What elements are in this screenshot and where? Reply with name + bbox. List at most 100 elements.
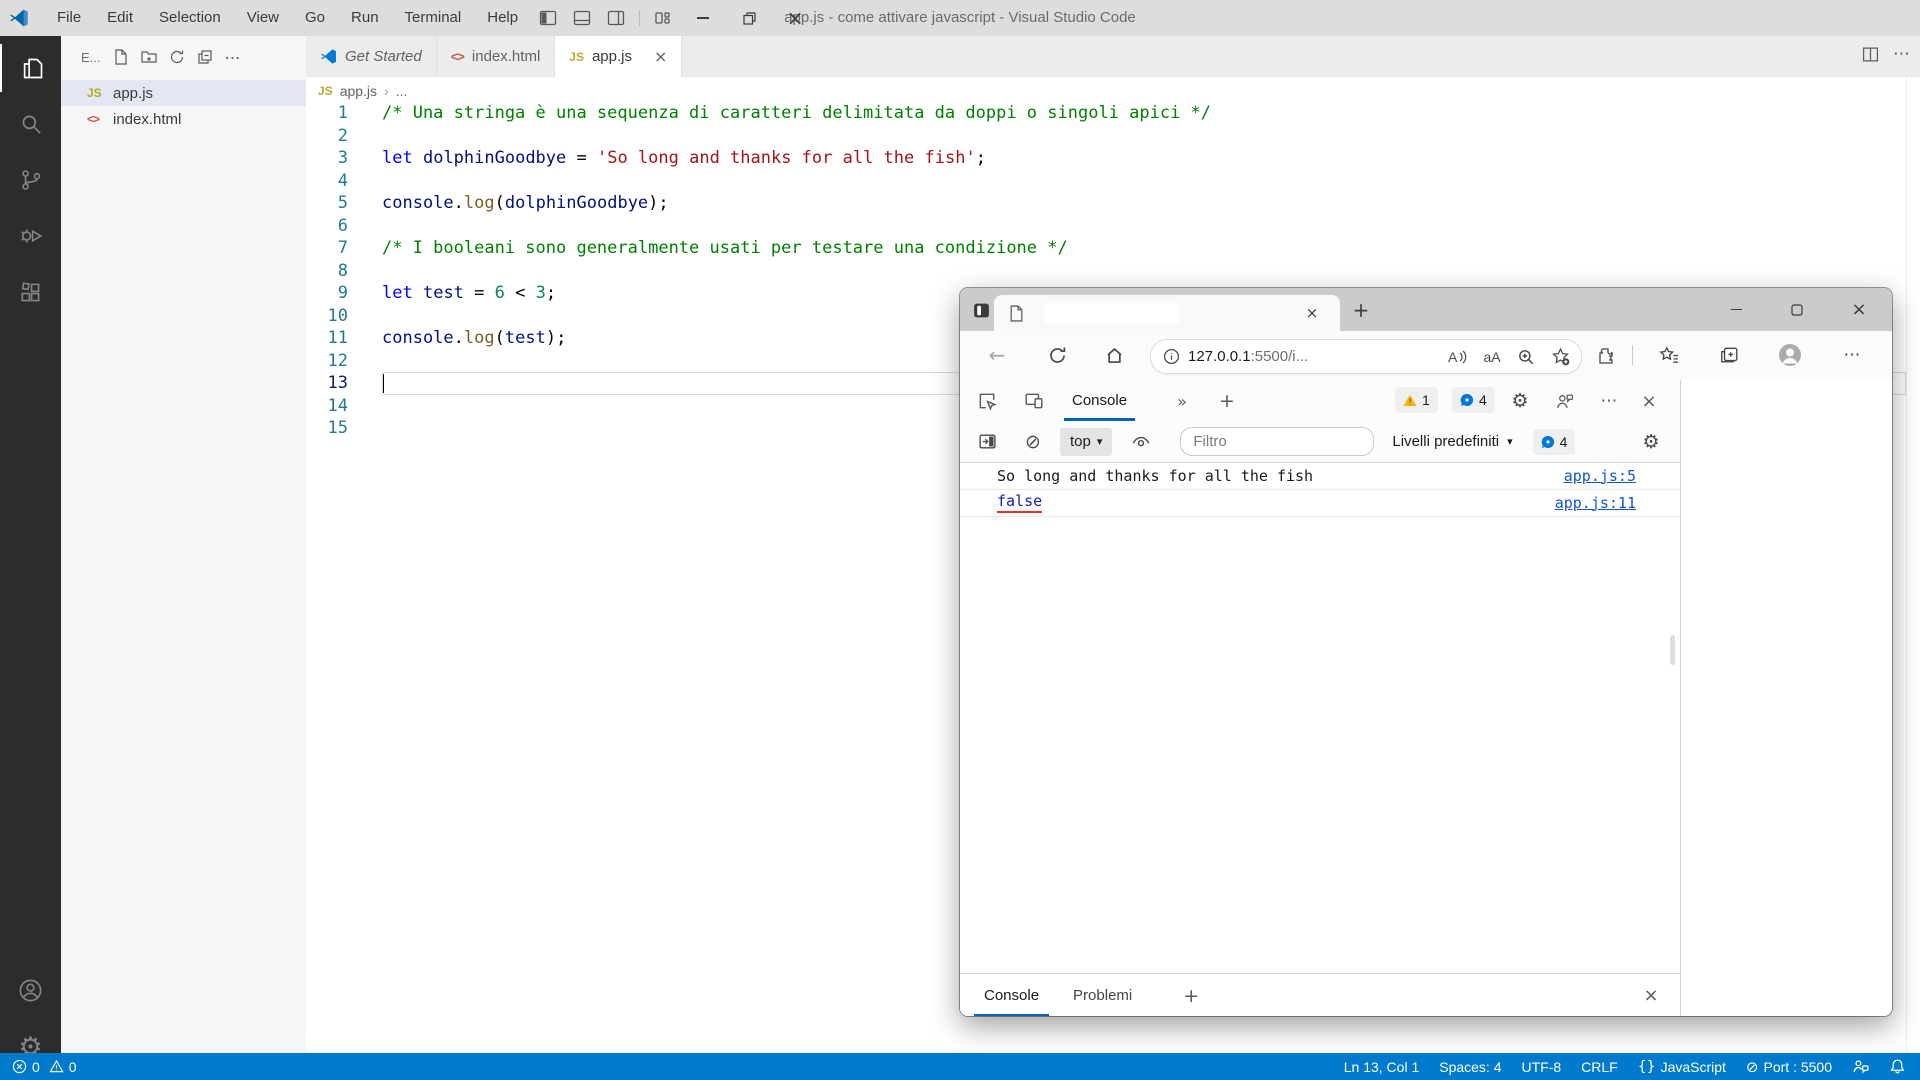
new-folder-icon[interactable] (141, 49, 157, 65)
close-browser-tab-icon[interactable]: × (1300, 301, 1324, 325)
new-tab-icon[interactable]: + (1348, 297, 1374, 323)
live-server-port-status[interactable]: ⊘ Port : 5500 (1746, 1058, 1832, 1076)
accounts-icon[interactable] (0, 966, 61, 1014)
collapse-folders-icon[interactable] (197, 49, 213, 65)
drawer-tab-console[interactable]: Console (974, 974, 1049, 1016)
indentation-status[interactable]: Spaces: 4 (1439, 1059, 1501, 1075)
clear-console-icon[interactable]: ⊘ (1020, 429, 1046, 455)
console-sidebar-toggle-icon[interactable] (974, 429, 1000, 455)
more-tabs-icon[interactable]: » (1170, 388, 1194, 414)
source-control-icon[interactable] (0, 156, 61, 204)
close-tab-icon[interactable]: × (654, 47, 667, 66)
file-item-appjs[interactable]: JS app.js (61, 80, 306, 106)
search-icon[interactable] (0, 100, 61, 148)
read-aloud-icon[interactable]: A (1441, 348, 1475, 366)
browser-settings-more-icon[interactable]: ⋯ (1839, 342, 1865, 368)
browser-minimize-button[interactable] (1713, 288, 1759, 331)
console-source-link[interactable]: app.js:11 (1555, 494, 1636, 512)
breadcrumb-file[interactable]: app.js (340, 83, 377, 99)
feedback-icon[interactable] (1852, 1058, 1869, 1075)
close-window-button[interactable]: × (772, 0, 818, 36)
log-levels-selector[interactable]: Livelli predefiniti ▾ (1392, 433, 1512, 450)
devtools-more-icon[interactable]: ⋯ (1596, 388, 1622, 414)
minimize-button[interactable] (680, 0, 726, 36)
editor-more-actions-icon[interactable]: ⋯ (1893, 44, 1910, 64)
home-icon[interactable] (1101, 342, 1127, 368)
explorer-more-actions-icon[interactable]: ⋯ (225, 48, 241, 67)
encoding-status[interactable]: UTF-8 (1522, 1059, 1562, 1075)
code-line-5[interactable]: 5console.log(dolphinGoodbye); (306, 192, 1906, 215)
add-drawer-tab-icon[interactable]: + (1178, 983, 1204, 1009)
console-message-boolean[interactable]: false app.js:11 (960, 489, 1680, 517)
console-settings-gear-icon[interactable]: ⚙ (1638, 429, 1664, 455)
profile-avatar[interactable] (1778, 343, 1802, 367)
toggle-sidebar-icon[interactable] (531, 0, 565, 36)
cursor-position-status[interactable]: Ln 13, Col 1 (1344, 1059, 1420, 1075)
code-line-6[interactable]: 6 (306, 215, 1906, 238)
menu-selection[interactable]: Selection (146, 0, 234, 36)
messages-badge[interactable]: 4 (1452, 387, 1495, 413)
menu-edit[interactable]: Edit (94, 0, 146, 36)
browser-tab[interactable]: × (994, 295, 1340, 331)
notifications-bell-icon[interactable] (1889, 1058, 1906, 1075)
drawer-tab-problems[interactable]: Problemi (1063, 974, 1142, 1016)
tab-get-started[interactable]: Get Started (306, 36, 437, 76)
warnings-badge[interactable]: 1 (1395, 387, 1438, 413)
restore-button[interactable] (726, 0, 772, 36)
browser-close-button[interactable]: × (1836, 288, 1882, 331)
extensions-icon[interactable] (0, 269, 61, 317)
site-info-icon[interactable] (1163, 348, 1180, 365)
eol-status[interactable]: CRLF (1581, 1059, 1618, 1075)
console-source-link[interactable]: app.js:5 (1564, 467, 1636, 485)
menu-go[interactable]: Go (292, 0, 338, 36)
editor-scrollbar[interactable] (1906, 77, 1907, 1053)
tab-actions-menu-icon[interactable] (968, 298, 994, 322)
devtools-tab-console[interactable]: Console (1064, 380, 1135, 421)
code-line-7[interactable]: 7/* I booleani sono generalmente usati p… (306, 237, 1906, 260)
zoom-icon[interactable] (1509, 348, 1543, 366)
menu-file[interactable]: File (44, 0, 94, 36)
page-viewport[interactable] (1681, 380, 1892, 1016)
devtools-feedback-icon[interactable] (1551, 388, 1577, 414)
new-file-icon[interactable] (113, 49, 129, 65)
refresh-icon[interactable] (1044, 342, 1070, 368)
close-drawer-icon[interactable]: × (1638, 983, 1664, 1009)
devtools-settings-gear-icon[interactable]: ⚙ (1507, 388, 1533, 414)
breadcrumb[interactable]: JS app.js › ... (318, 80, 407, 102)
inspect-element-icon[interactable] (974, 388, 1000, 414)
toggle-panel-icon[interactable] (565, 0, 599, 36)
browser-maximize-button[interactable] (1774, 288, 1820, 331)
devtools-scrollbar[interactable] (1670, 635, 1675, 665)
devtools-close-icon[interactable]: × (1636, 388, 1662, 414)
menu-terminal[interactable]: Terminal (392, 0, 475, 36)
tab-index-html[interactable]: <> index.html (437, 36, 556, 76)
refresh-explorer-icon[interactable] (169, 49, 185, 65)
toggle-secondary-sidebar-icon[interactable] (599, 0, 633, 36)
menu-run[interactable]: Run (338, 0, 392, 36)
add-devtools-tab-icon[interactable]: + (1214, 388, 1240, 414)
console-message-log[interactable]: So long and thanks for all the fish app.… (960, 462, 1680, 490)
breadcrumb-more[interactable]: ... (396, 83, 408, 99)
code-line-3[interactable]: 3let dolphinGoodbye = 'So long and thank… (306, 147, 1906, 170)
back-icon[interactable]: ← (984, 342, 1010, 368)
menu-help[interactable]: Help (474, 0, 531, 36)
favorites-bar-icon[interactable] (1656, 342, 1682, 368)
context-selector[interactable]: top ▾ (1060, 428, 1112, 456)
run-debug-icon[interactable] (0, 212, 61, 260)
language-status[interactable]: {} JavaScript (1638, 1059, 1726, 1075)
live-expression-eye-icon[interactable] (1128, 429, 1154, 455)
translate-icon[interactable]: aA (1475, 349, 1509, 365)
add-favorite-icon[interactable] (1543, 347, 1577, 366)
collections-icon[interactable] (1716, 342, 1742, 368)
device-emulation-icon[interactable] (1021, 388, 1047, 414)
explorer-icon[interactable] (0, 44, 63, 92)
split-editor-icon[interactable] (1862, 44, 1879, 64)
console-filter-input[interactable] (1180, 427, 1374, 456)
customize-layout-icon[interactable] (646, 0, 680, 36)
menu-view[interactable]: View (234, 0, 292, 36)
levels-messages-badge[interactable]: 4 (1533, 429, 1576, 455)
tab-app-js[interactable]: JS app.js × (555, 36, 682, 77)
code-line-8[interactable]: 8 (306, 260, 1906, 283)
code-line-2[interactable]: 2 (306, 125, 1906, 148)
code-line-1[interactable]: 1/* Una stringa è una sequenza di caratt… (306, 102, 1906, 125)
